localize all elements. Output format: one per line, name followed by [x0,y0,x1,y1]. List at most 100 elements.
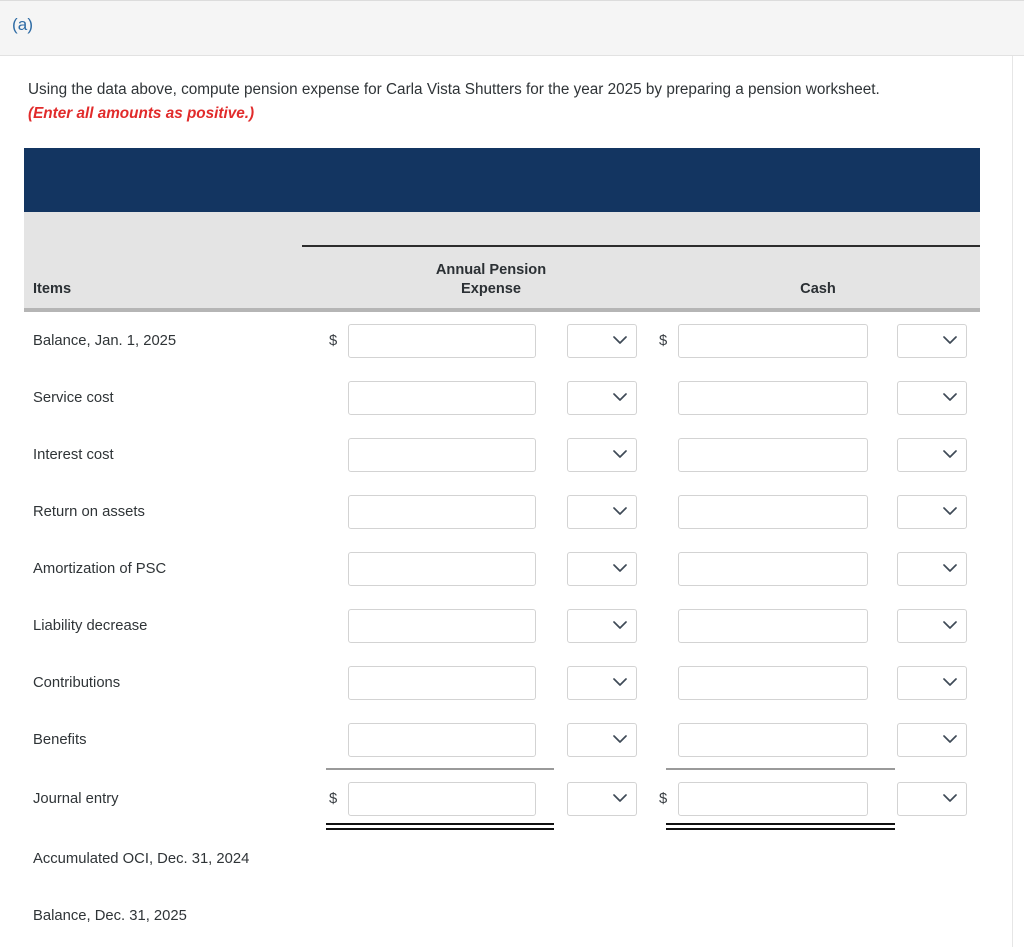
page-title: (a) [12,15,34,34]
row-label-0: Balance, Jan. 1, 2025 [33,332,177,349]
expense-select-6[interactable] [567,665,637,700]
cash-amount-input-0[interactable] [678,323,868,358]
worksheet-rows: Balance, Jan. 1, 2025$$Service cost$$Int… [24,312,980,944]
currency-symbol-expense-1: $ [326,390,348,406]
prompt-note: (Enter all amounts as positive.) [28,105,255,122]
prompt-text: Using the data above, compute pension ex… [28,81,880,98]
row-label-2: Interest cost [33,446,114,463]
page-right-margin [1013,0,1024,947]
row-label-5: Liability decrease [33,617,148,634]
expense-amount-input-6[interactable] [348,665,536,700]
currency-symbol-expense-8: $ [329,791,338,807]
cell-expense-5: $ [326,608,656,643]
worksheet-row: Contributions $ $ [24,654,980,711]
row-label-1: Service cost [33,389,114,406]
cash-select-0[interactable] [897,323,967,358]
cash-select-2[interactable] [897,437,967,472]
column-header-items: Items [24,280,302,312]
worksheet-row: Amortization of PSC $ $ [24,540,980,597]
cell-expense-0: $ [326,323,656,358]
expense-select-3[interactable] [567,494,637,529]
expense-amount-input-7[interactable] [348,722,536,757]
expense-select-7[interactable] [567,722,637,757]
currency-symbol-expense-4: $ [326,561,348,577]
expense-select-8[interactable] [567,782,637,816]
subtotal-rule-expense [326,768,554,770]
row-label-7: Benefits [33,731,87,748]
currency-symbol-cash-7: $ [656,732,678,748]
expense-amount-input-8[interactable] [348,782,536,816]
cash-select-1[interactable] [897,380,967,415]
worksheet-title-band [24,148,980,212]
worksheet-header: Items Annual Pension Expense Cash [24,212,980,312]
expense-amount-input-3[interactable] [348,494,536,529]
part-header-bar: (a) [0,0,1024,56]
expense-amount-input-0[interactable] [348,323,536,358]
expense-amount-input-1[interactable] [348,380,536,415]
cash-select-3[interactable] [897,494,967,529]
currency-symbol-expense-6: $ [326,675,348,691]
expense-select-4[interactable] [567,551,637,586]
currency-symbol-cash-3: $ [656,504,678,520]
cash-amount-input-4[interactable] [678,551,868,586]
currency-symbol-expense-3: $ [326,504,348,520]
worksheet-row: Journal entry $ $ [24,768,980,830]
expense-amount-input-2[interactable] [348,437,536,472]
column-header-spacer [302,280,326,312]
currency-symbol-cash-8: $ [659,791,668,807]
column-header-annual-pension-expense: Annual Pension Expense [326,261,656,312]
total-double-rule-cash [666,823,895,830]
row-label-6: Contributions [33,674,121,691]
cell-cash-2: $ [656,437,980,472]
cash-amount-input-5[interactable] [678,608,868,643]
currency-symbol-expense-2: $ [326,447,348,463]
expense-select-0[interactable] [567,323,637,358]
question-prompt: Using the data above, compute pension ex… [0,56,1024,125]
worksheet-row: Interest cost $ $ [24,426,980,483]
pension-worksheet: Items Annual Pension Expense Cash Balanc… [24,148,980,944]
currency-symbol-expense-7: $ [326,732,348,748]
cash-select-7[interactable] [897,722,967,757]
currency-symbol-expense-0: $ [329,332,338,349]
expense-select-1[interactable] [567,380,637,415]
worksheet-column-headers: Items Annual Pension Expense Cash [24,244,980,312]
worksheet-row: Liability decrease $ $ [24,597,980,654]
column-header-expense-line2: Expense [460,281,522,297]
subtotal-rule-cash [666,768,895,770]
cell-cash-7: $ [656,722,980,757]
cell-cash-3: $ [656,494,980,529]
cash-amount-input-6[interactable] [678,665,868,700]
cash-select-8[interactable] [897,782,967,816]
cash-amount-input-1[interactable] [678,380,868,415]
cell-expense-1: $ [326,380,656,415]
expense-select-2[interactable] [567,437,637,472]
cash-amount-input-8[interactable] [678,782,868,816]
cash-amount-input-3[interactable] [678,494,868,529]
cell-cash-4: $ [656,551,980,586]
cell-expense-3: $ [326,494,656,529]
worksheet-row: Accumulated OCI, Dec. 31, 2024 [24,830,980,887]
row-label-3: Return on assets [33,503,145,520]
expense-select-5[interactable] [567,608,637,643]
currency-symbol-cash-1: $ [656,390,678,406]
column-header-cash: Cash [656,280,980,312]
cell-cash-1: $ [656,380,980,415]
currency-symbol-cash-6: $ [656,675,678,691]
cash-amount-input-2[interactable] [678,437,868,472]
cash-select-4[interactable] [897,551,967,586]
cash-select-6[interactable] [897,665,967,700]
expense-amount-input-4[interactable] [348,551,536,586]
cell-cash-8: $ [656,782,980,816]
total-double-rule-expense [326,823,554,830]
cell-expense-6: $ [326,665,656,700]
cash-select-5[interactable] [897,608,967,643]
worksheet-row: Balance, Jan. 1, 2025 $ $ [24,312,980,369]
row-label-10: Balance, Dec. 31, 2025 [33,907,187,924]
cell-expense-2: $ [326,437,656,472]
cash-amount-input-7[interactable] [678,722,868,757]
worksheet-row: Service cost $ $ [24,369,980,426]
expense-amount-input-5[interactable] [348,608,536,643]
row-label-4: Amortization of PSC [33,560,167,577]
currency-symbol-expense-5: $ [326,618,348,634]
cell-expense-8: $ [326,782,656,816]
